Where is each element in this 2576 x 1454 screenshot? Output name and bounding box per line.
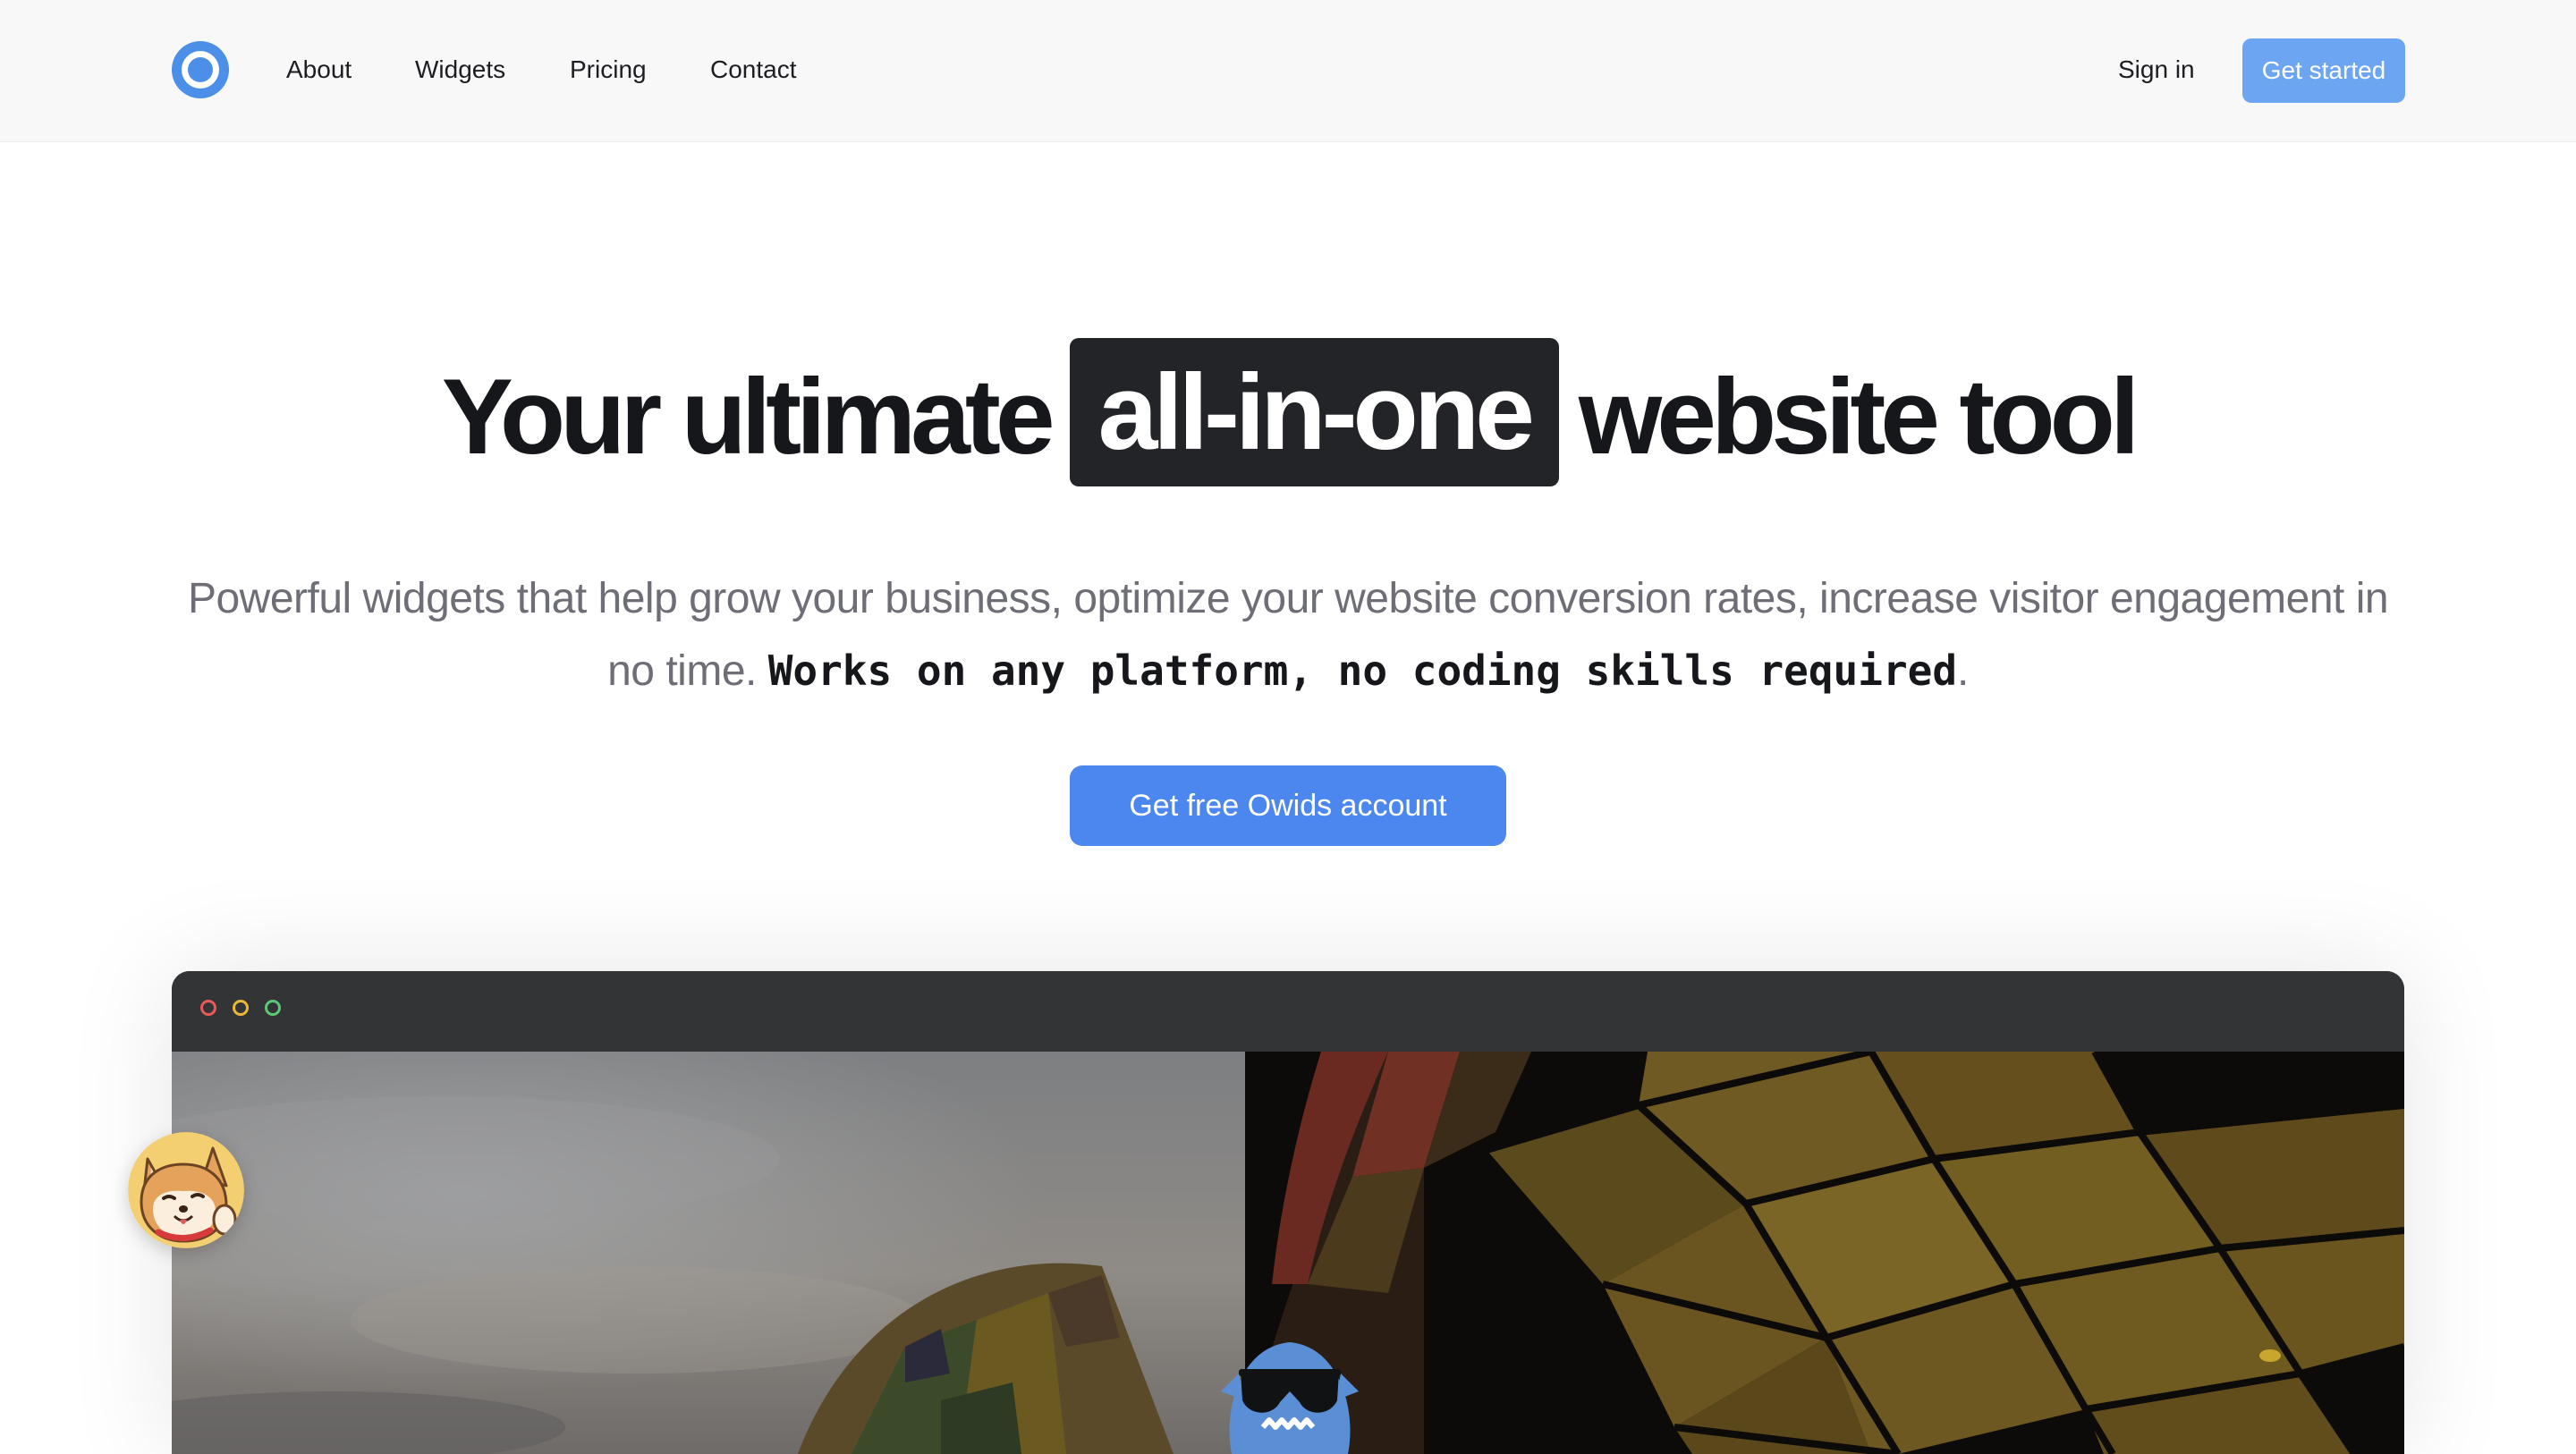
owids-logo-icon[interactable] [172, 41, 229, 98]
nav-pricing-link[interactable]: Pricing [570, 54, 647, 86]
sunglasses-mascot-icon [1221, 1342, 1359, 1454]
hero-title-suffix: website tool [1578, 357, 2140, 477]
hero-title-highlight: all-in-one [1069, 338, 1559, 486]
hero-subtitle: Powerful widgets that help grow your bus… [161, 563, 2415, 707]
hero-title: Your ultimate all-in-one website tool [0, 338, 2576, 495]
hero-subtitle-period: . [1957, 647, 1969, 695]
browser-preview-window [172, 971, 2404, 1454]
dog-mascot-avatar-icon[interactable] [128, 1132, 244, 1248]
window-maximize-dot-icon [265, 1000, 281, 1016]
get-free-account-button[interactable]: Get free Owids account [1070, 765, 1506, 846]
browser-title-bar [172, 971, 2404, 1052]
browser-content-area [172, 1052, 2404, 1454]
nav-about-link[interactable]: About [286, 54, 352, 86]
window-close-dot-icon [200, 1000, 216, 1016]
hero-subtitle-emphasis: Works on any platform, no coding skills … [767, 647, 1958, 695]
hero-title-prefix: Your ultimate [441, 357, 1055, 477]
get-started-button[interactable]: Get started [2242, 38, 2405, 103]
nav-contact-link[interactable]: Contact [710, 54, 797, 86]
site-header: About Widgets Pricing Contact Sign in Ge… [0, 0, 2576, 142]
sign-in-link[interactable]: Sign in [2118, 54, 2195, 86]
window-minimize-dot-icon [233, 1000, 249, 1016]
nav-widgets-link[interactable]: Widgets [415, 54, 505, 86]
